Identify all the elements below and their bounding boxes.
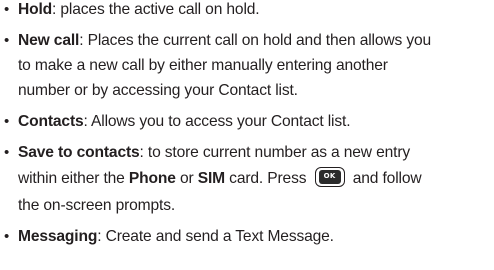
list-item-messaging: • Messaging: Create and send a Text Mess… — [0, 224, 494, 249]
ok-key-label: OK — [318, 169, 341, 184]
list-item-save-to-contacts: • Save to contacts: to store current num… — [0, 140, 494, 218]
term-hold: Hold — [18, 1, 53, 18]
term-messaging: Messaging — [18, 228, 98, 245]
term-phone: Phone — [128, 170, 176, 187]
ok-key-icon: OK — [314, 166, 345, 187]
desc-save-2c: or — [175, 170, 198, 187]
bullet: • — [4, 228, 10, 245]
desc-save-2a: within either the — [18, 170, 129, 187]
term-contacts: Contacts — [18, 113, 84, 130]
desc-save-1: : to store current number as a new entry — [139, 144, 411, 161]
desc-new-call-3: number or by accessing your Contact list… — [18, 82, 298, 99]
term-new-call: New call — [18, 32, 80, 49]
bullet: • — [4, 32, 10, 49]
list-item-contacts: • Contacts: Allows you to access your Co… — [0, 109, 494, 134]
desc-contacts: : Allows you to access your Contact list… — [83, 113, 351, 130]
desc-hold: : places the active call on hold. — [52, 1, 260, 18]
desc-messaging: : Create and send a Text Message. — [97, 228, 334, 245]
list-item-hold: • Hold: places the active call on hold. — [0, 0, 494, 22]
desc-save-3: the on-screen prompts. — [18, 197, 176, 214]
desc-save-2f: and follow — [348, 170, 422, 187]
term-save-to-contacts: Save to contacts — [18, 144, 140, 161]
bullet: • — [4, 144, 10, 161]
manual-page: • Hold: places the active call on hold. … — [0, 0, 494, 270]
bullet: • — [4, 113, 10, 130]
list-item-new-call: • New call: Places the current call on h… — [0, 28, 494, 103]
desc-new-call-1: : Places the current call on hold and th… — [79, 32, 432, 49]
desc-new-call-2: to make a new call by either manually en… — [18, 57, 388, 74]
term-sim: SIM — [197, 170, 225, 187]
bullet: • — [4, 1, 10, 18]
desc-save-2e: card. Press — [224, 170, 311, 187]
